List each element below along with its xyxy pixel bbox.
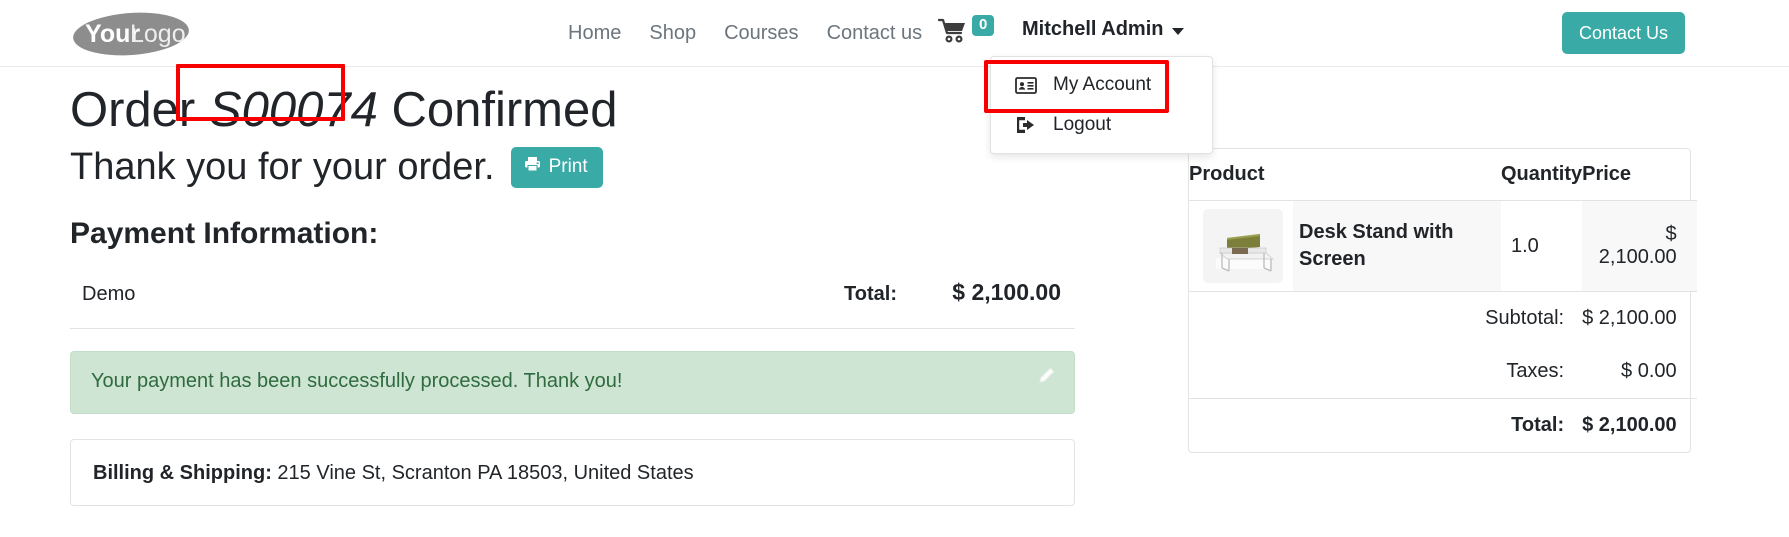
taxes-label: Taxes: xyxy=(1189,345,1583,399)
logo-text-light: Logo xyxy=(130,20,186,48)
user-name: Mitchell Admin xyxy=(1022,18,1164,40)
subtotal-row: Subtotal: $ 2,100.00 xyxy=(1189,292,1697,346)
thank-you-row: Thank you for your order. Print xyxy=(70,143,1075,191)
table-row: Desk Stand with Screen 1.0 $ 2,100.00 xyxy=(1189,200,1697,292)
product-price: $ 2,100.00 xyxy=(1582,200,1697,292)
payment-method-name: Demo xyxy=(82,283,136,305)
cart-icon xyxy=(937,17,968,48)
desk-stand-with-screen-image xyxy=(1216,234,1274,272)
payment-success-message: Your payment has been successfully proce… xyxy=(91,370,623,392)
chevron-down-icon xyxy=(1172,28,1185,35)
billing-shipping-text: Billing & Shipping: 215 Vine St, Scranto… xyxy=(93,460,694,486)
order-reference: S00074 xyxy=(208,83,378,137)
print-button[interactable]: Print xyxy=(510,146,603,188)
logo-blob-icon: Your Logo xyxy=(73,12,189,56)
dropdown-item-label: Logout xyxy=(1053,114,1112,135)
payment-success-alert: Your payment has been successfully proce… xyxy=(70,351,1075,414)
table-header-row: Product Quantity Price xyxy=(1189,149,1697,201)
nav-shop[interactable]: Shop xyxy=(649,20,696,46)
dropdown-item-label: My Account xyxy=(1053,74,1152,95)
user-dropdown-menu: My Account Logout xyxy=(990,56,1213,154)
order-confirmation-page: Your Logo Home Shop Courses Contact us 0 xyxy=(0,0,1789,537)
printer-icon xyxy=(524,156,541,178)
column-header-price: Price xyxy=(1582,149,1697,201)
subtotal-label: Subtotal: xyxy=(1485,307,1565,329)
order-summary-table: Product Quantity Price Desk Stand with S… xyxy=(1189,149,1697,452)
billing-shipping-address: 215 Vine St, Scranton PA 18503, United S… xyxy=(277,461,694,484)
main-navigation: Home Shop Courses Contact us xyxy=(568,20,922,46)
nav-contact-us[interactable]: Contact us xyxy=(827,20,923,46)
payment-total-value: $ 2,100.00 xyxy=(952,279,1061,305)
taxes-value: $ 0.00 xyxy=(1582,345,1697,399)
sign-out-icon xyxy=(1015,116,1037,134)
total-label: Total: xyxy=(1511,414,1565,436)
order-title-suffix: Confirmed xyxy=(391,83,618,137)
order-title-prefix: Order xyxy=(70,83,196,137)
billing-shipping-box: Billing & Shipping: 215 Vine St, Scranto… xyxy=(70,439,1075,506)
total-value: $ 2,100.00 xyxy=(1582,414,1677,436)
product-cell: Desk Stand with Screen xyxy=(1189,200,1501,292)
nav-courses[interactable]: Courses xyxy=(724,20,798,46)
id-card-icon xyxy=(1015,76,1037,94)
column-header-product: Product xyxy=(1189,149,1501,201)
dropdown-item-logout[interactable]: Logout xyxy=(991,105,1212,145)
taxes-row: Taxes: $ 0.00 xyxy=(1189,345,1697,399)
payment-information-heading: Payment Information: xyxy=(70,217,379,250)
order-summary-card: Product Quantity Price Desk Stand with S… xyxy=(1188,148,1697,453)
product-name: Desk Stand with Screen xyxy=(1293,201,1501,291)
product-thumbnail xyxy=(1203,209,1283,283)
column-header-quantity: Quantity xyxy=(1501,149,1583,201)
site-header: Your Logo Home Shop Courses Contact us 0 xyxy=(0,0,1789,67)
billing-shipping-label: Billing & Shipping: xyxy=(93,461,272,484)
payment-total-label: Total: xyxy=(844,283,897,305)
thank-you-text: Thank you for your order. xyxy=(70,146,495,188)
nav-home[interactable]: Home xyxy=(568,20,621,46)
total-row: Total: $ 2,100.00 xyxy=(1189,399,1697,453)
contact-us-button[interactable]: Contact Us xyxy=(1562,12,1686,54)
payment-summary-row: Demo Total: $ 2,100.00 xyxy=(70,279,1075,329)
subtotal-value: $ 2,100.00 xyxy=(1582,307,1677,329)
page-title: Order S00074 Confirmed xyxy=(70,68,1075,141)
order-details-column: Order S00074 Confirmed Thank you for you… xyxy=(70,68,1075,506)
user-menu-toggle[interactable]: Mitchell Admin xyxy=(1022,18,1185,41)
print-button-label: Print xyxy=(548,155,588,177)
pencil-icon[interactable] xyxy=(1036,366,1056,391)
dropdown-item-my-account[interactable]: My Account xyxy=(991,65,1212,105)
cart-count-badge: 0 xyxy=(972,15,995,36)
site-logo[interactable]: Your Logo xyxy=(72,11,190,57)
cart-button[interactable]: 0 xyxy=(937,15,995,48)
product-quantity: 1.0 xyxy=(1501,200,1583,292)
